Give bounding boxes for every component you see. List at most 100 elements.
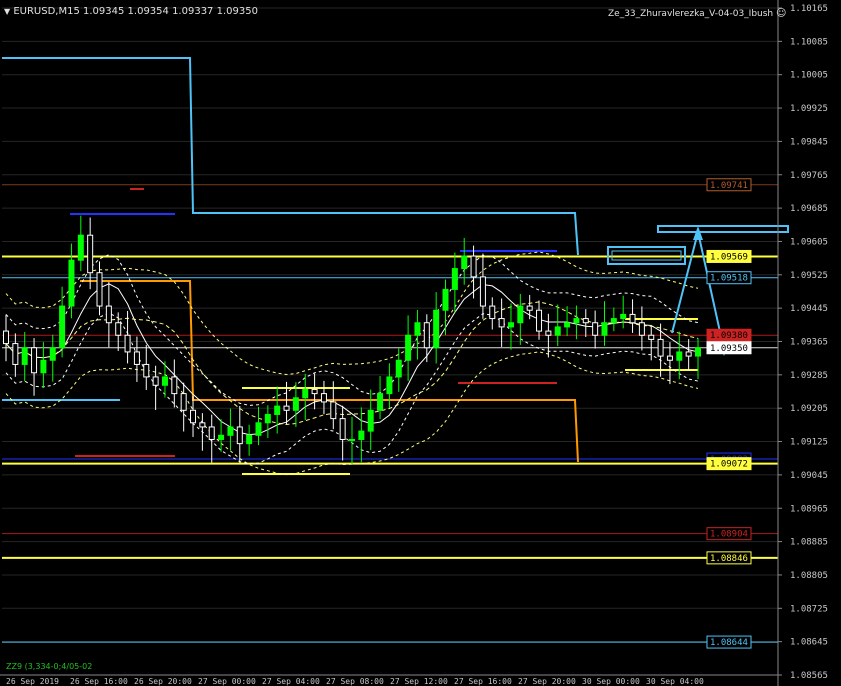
price-tick-label: 1.08725 <box>790 604 828 614</box>
cyan-target-box <box>657 225 789 233</box>
time-tick-label: 26 Sep 20:00 <box>134 677 192 686</box>
candle <box>171 376 178 395</box>
candle <box>161 376 168 386</box>
price-tick-label: 1.09285 <box>790 371 828 381</box>
menu-triangle-icon[interactable]: ▼ <box>4 7 10 16</box>
price-label: 1.08644 <box>710 638 748 648</box>
candle <box>190 409 197 424</box>
candle <box>526 305 533 311</box>
candle <box>610 318 617 324</box>
candle <box>208 426 215 440</box>
candle <box>414 322 421 336</box>
candle <box>442 288 449 311</box>
price-tick-label: 1.09925 <box>790 104 828 114</box>
candle <box>423 322 430 349</box>
candle <box>573 318 580 324</box>
candle <box>115 322 122 336</box>
candle <box>461 255 468 270</box>
candle <box>451 268 458 290</box>
candle <box>676 351 683 361</box>
candle <box>657 338 664 357</box>
candle <box>666 355 673 361</box>
candle <box>489 305 496 320</box>
indicator-label: Ze_33_Zhuravlerezka_V-04-03_Ibush ☺ <box>608 8 786 19</box>
price-label: 1.08904 <box>710 530 748 540</box>
candle <box>283 405 290 411</box>
indicator-name: Ze_33_Zhuravlerezka_V-04-03_Ibush <box>608 9 774 19</box>
candle <box>339 418 346 440</box>
candle <box>433 309 440 349</box>
time-tick-label: 27 Sep 08:00 <box>326 677 384 686</box>
candle <box>507 322 514 328</box>
price-tick-label: 1.09445 <box>790 304 828 314</box>
price-chart[interactable]: 1.10085 1.10005 1.09925 1.09845 1.09765 1.096… <box>0 0 841 686</box>
candle <box>592 322 599 336</box>
candle <box>629 313 636 324</box>
candle <box>302 388 309 399</box>
candle <box>405 334 412 361</box>
candle <box>620 313 627 320</box>
candle <box>349 438 355 441</box>
candle <box>180 393 187 411</box>
candle <box>648 334 655 340</box>
price-tick-label: 1.10085 <box>790 37 828 47</box>
candle <box>554 326 561 336</box>
chart-window[interactable]: 1.10085 1.10005 1.09925 1.09845 1.09765 1.096… <box>0 0 841 686</box>
price-tick-label: 1.09605 <box>790 237 828 247</box>
candle <box>246 434 253 445</box>
time-axis: 26 Sep 2019 26 Sep 16:00 26 Sep 20:00 27 Se… <box>0 674 778 686</box>
candle <box>536 309 543 332</box>
price-tick-label: 1.09125 <box>790 438 828 448</box>
candle <box>199 422 206 428</box>
smiley-icon[interactable]: ☺ <box>776 8 786 19</box>
candle <box>255 422 262 436</box>
candle <box>395 359 402 378</box>
price-tick-label: 1.09365 <box>790 338 828 348</box>
candle <box>367 409 374 432</box>
price-label: 1.09350 <box>710 344 748 354</box>
price-tick-label: 1.09525 <box>790 271 828 281</box>
time-tick-label: 27 Sep 20:00 <box>518 677 576 686</box>
candle <box>498 318 505 328</box>
candle <box>517 305 524 324</box>
chart-header: ▼ EURUSD,M15 1.09345 1.09354 1.09337 1.0… <box>4 6 258 17</box>
time-tick-label: 26 Sep 16:00 <box>70 677 128 686</box>
candle <box>218 434 225 440</box>
candle <box>143 363 150 378</box>
price-tick-label: 1.09765 <box>790 171 828 181</box>
price-tick-label: 1.08885 <box>790 538 828 548</box>
candle <box>320 393 327 403</box>
price-tick-label: 1.09045 <box>790 471 828 481</box>
candle <box>152 376 159 386</box>
candle <box>358 430 365 440</box>
candle <box>68 259 75 307</box>
price-label: 1.08846 <box>710 554 748 564</box>
time-tick-label: 30 Sep 00:00 <box>582 677 640 686</box>
price-label: 1.09380 <box>710 331 748 341</box>
candle <box>40 359 47 374</box>
candle <box>582 318 589 324</box>
candle <box>695 347 701 357</box>
price-tick-label: 1.08645 <box>790 638 828 648</box>
time-tick-label: 27 Sep 16:00 <box>454 677 512 686</box>
candle <box>292 397 299 411</box>
candle <box>685 351 692 357</box>
candle <box>59 305 66 349</box>
candle <box>77 234 84 261</box>
price-label: 1.09072 <box>710 460 748 470</box>
candle <box>311 388 318 395</box>
candle <box>124 334 131 353</box>
candle <box>31 347 38 374</box>
candle <box>330 401 337 420</box>
price-tick-label: 1.10165 <box>790 4 828 14</box>
price-label: 1.09741 <box>710 181 748 191</box>
candle <box>133 351 140 365</box>
candle <box>638 322 645 336</box>
candle <box>264 413 271 424</box>
candle <box>470 255 477 278</box>
candlesticks <box>3 215 701 464</box>
cyan-step <box>2 57 579 256</box>
candle <box>3 330 9 345</box>
price-tick-label: 1.09845 <box>790 137 828 147</box>
footer-label: ZZ9 (3,334-0;4/05-02 <box>6 662 93 671</box>
